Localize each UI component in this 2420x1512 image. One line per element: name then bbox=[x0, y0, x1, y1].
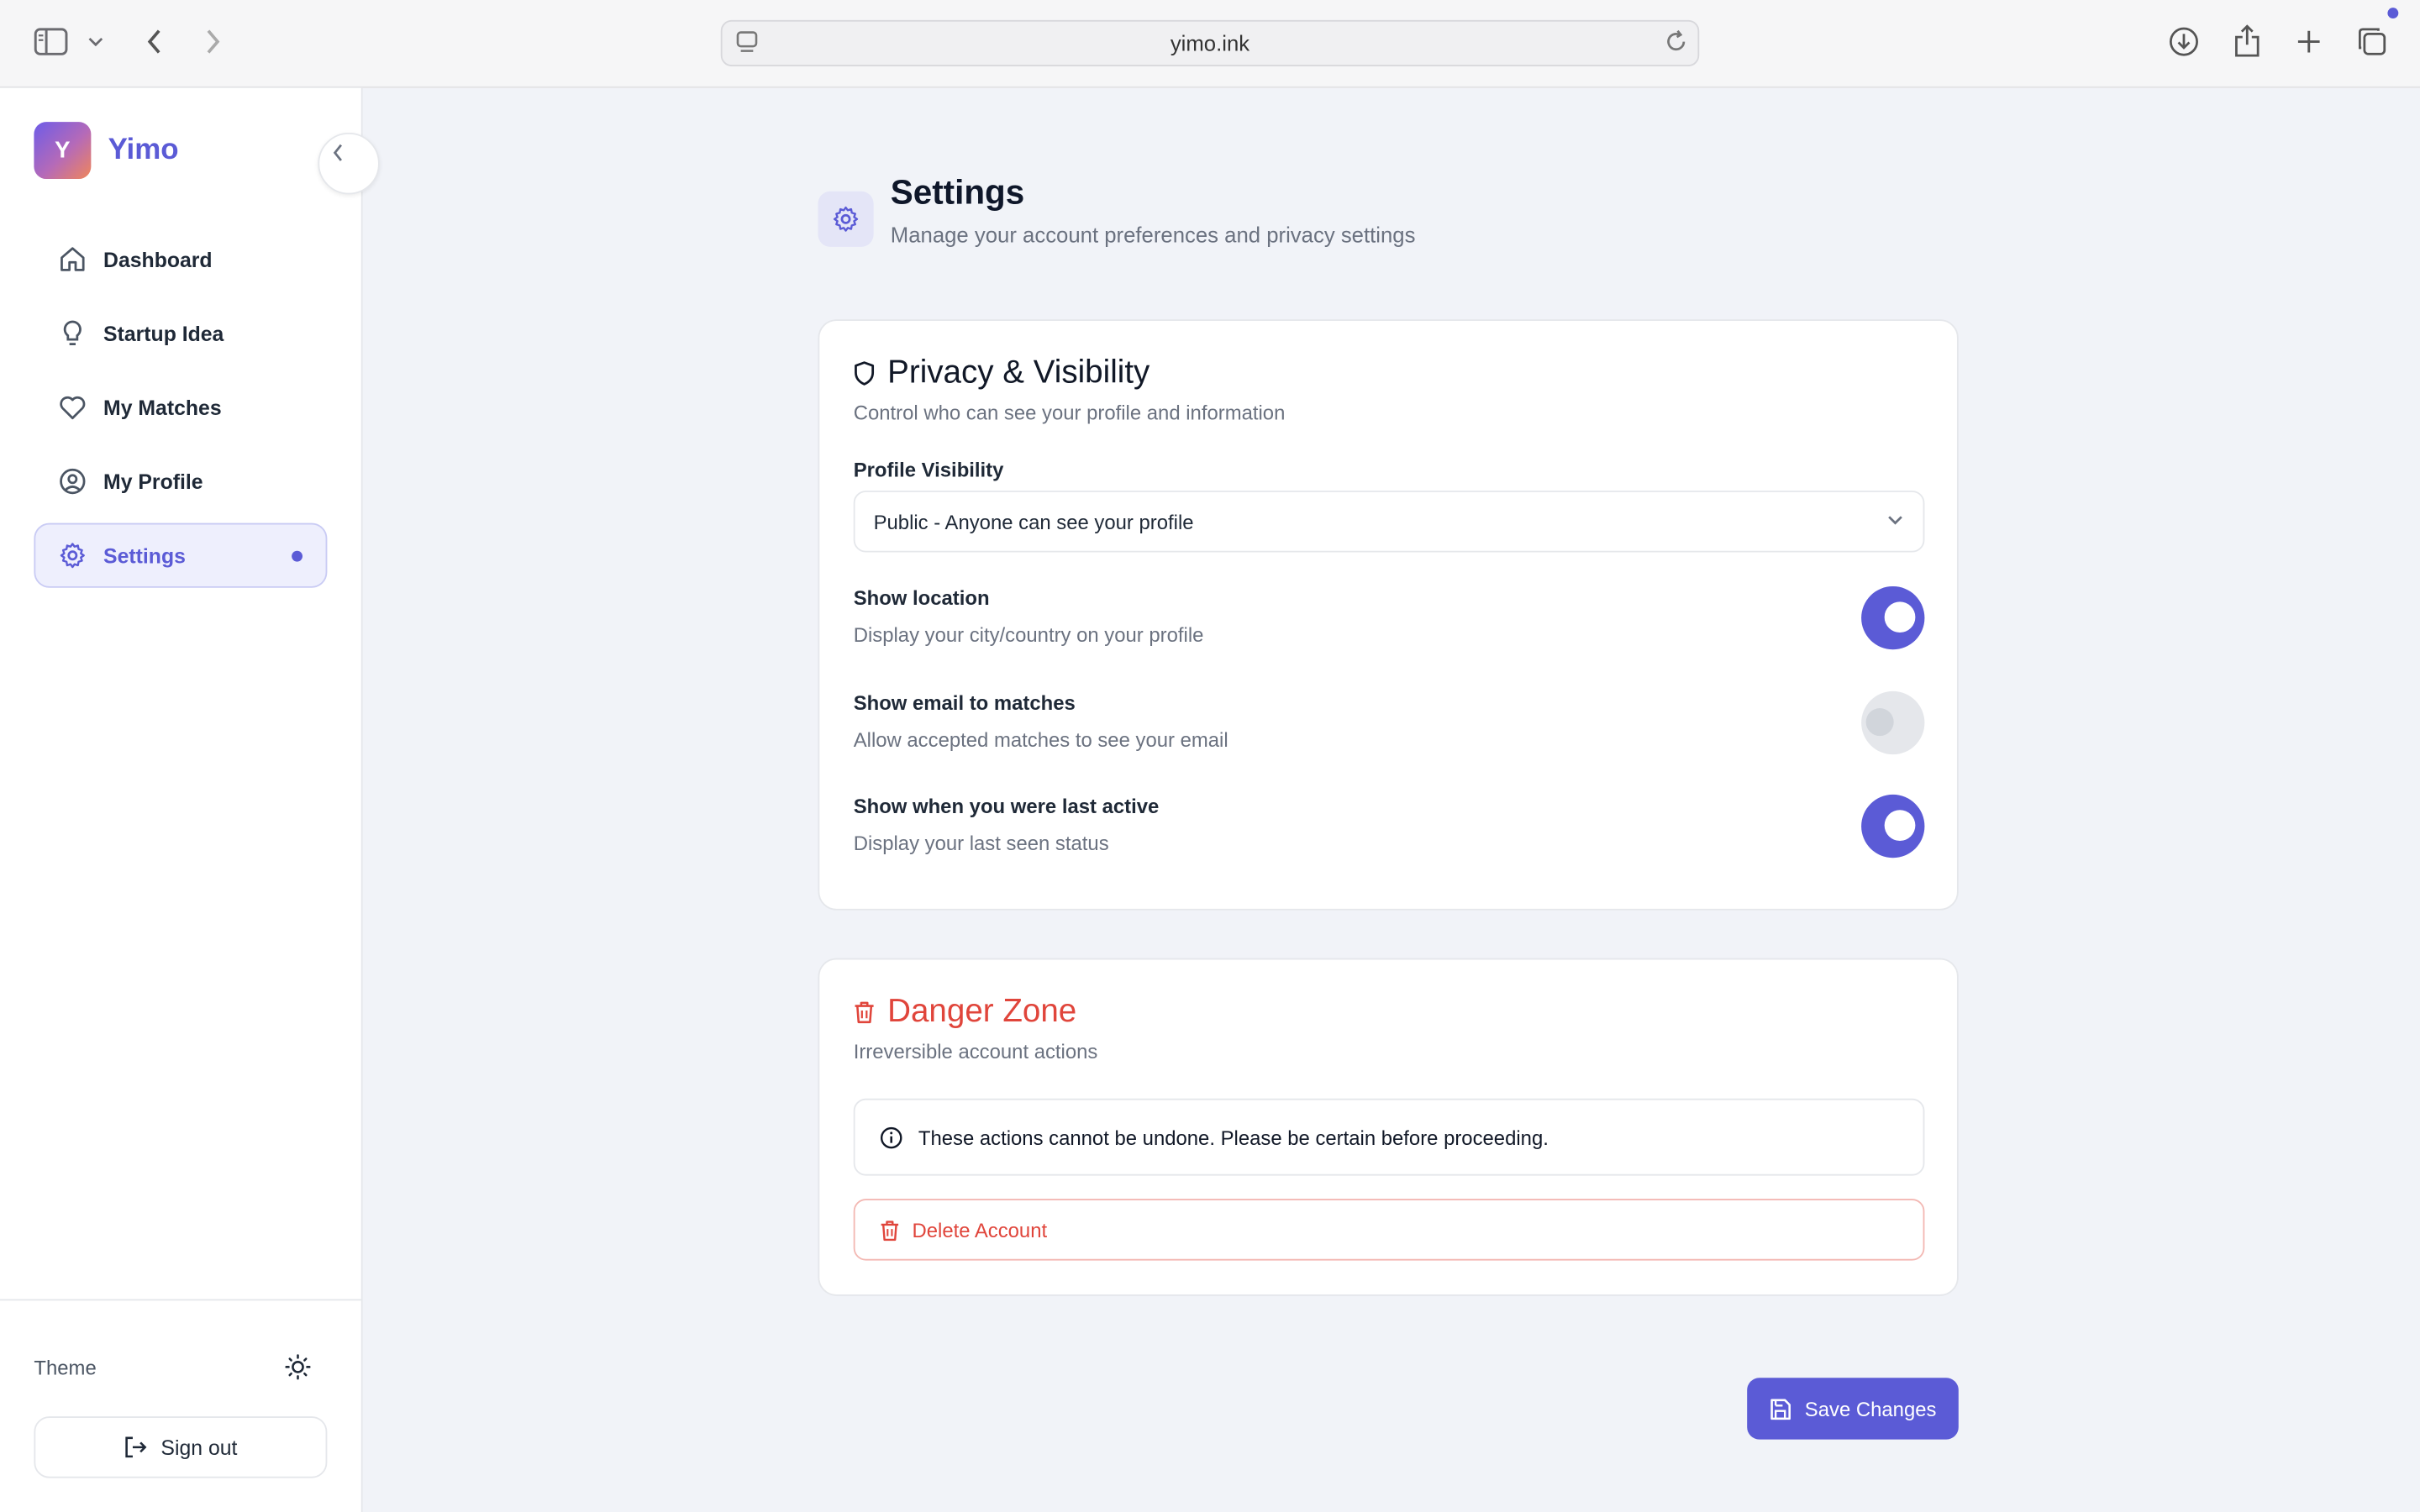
chevron-down-icon[interactable] bbox=[81, 22, 112, 62]
gear-icon bbox=[59, 542, 87, 570]
sidebar-nav: Dashboard Startup Idea My Matches My Pro… bbox=[34, 227, 328, 597]
sign-out-icon bbox=[124, 1435, 148, 1459]
privacy-card-title: Privacy & Visibility bbox=[887, 354, 1150, 391]
privacy-card: Privacy & Visibility Control who can see… bbox=[818, 319, 1959, 911]
sidebar-item-label: My Matches bbox=[103, 396, 222, 419]
sign-out-button[interactable]: Sign out bbox=[34, 1416, 328, 1478]
danger-card-title: Danger Zone bbox=[887, 993, 1077, 1030]
page-title: Settings bbox=[890, 172, 1025, 212]
sign-out-label: Sign out bbox=[160, 1436, 238, 1459]
danger-warning-alert: These actions cannot be undone. Please b… bbox=[853, 1098, 1925, 1176]
user-circle-icon bbox=[59, 468, 87, 496]
trash-icon bbox=[854, 1000, 876, 1024]
sidebar-toggle-icon[interactable] bbox=[31, 22, 71, 62]
show-location-toggle[interactable] bbox=[1861, 585, 1925, 650]
page-subtitle: Manage your account preferences and priv… bbox=[890, 222, 1416, 247]
danger-zone-card: Danger Zone Irreversible account actions… bbox=[818, 958, 1959, 1296]
sidebar-item-dashboard[interactable]: Dashboard bbox=[34, 227, 327, 291]
toggle-label: Show email to matches bbox=[853, 690, 1076, 715]
sidebar-item-label: Dashboard bbox=[103, 247, 213, 271]
sidebar: Y Yimo Dashboard Startup Idea My Matches… bbox=[0, 87, 380, 1512]
toggle-row-show-last-active: Show when you were last active Display y… bbox=[853, 794, 1925, 863]
sidebar-item-my-matches[interactable]: My Matches bbox=[34, 375, 327, 439]
delete-account-button[interactable]: Delete Account bbox=[853, 1199, 1925, 1261]
show-last-active-toggle[interactable] bbox=[1861, 794, 1925, 858]
download-icon[interactable] bbox=[2164, 22, 2204, 62]
theme-label: Theme bbox=[34, 1355, 97, 1379]
sidebar-footer: Theme Sign out bbox=[0, 1299, 363, 1512]
profile-visibility-label: Profile Visibility bbox=[853, 458, 1004, 482]
heart-icon bbox=[59, 393, 87, 421]
sidebar-item-label: My Profile bbox=[103, 470, 203, 493]
theme-row: Theme bbox=[34, 1353, 312, 1381]
info-icon bbox=[880, 1126, 903, 1149]
brand[interactable]: Y Yimo bbox=[34, 122, 179, 180]
privacy-card-header: Privacy & Visibility bbox=[854, 354, 1150, 391]
share-icon[interactable] bbox=[2227, 22, 2267, 62]
sidebar-item-label: Settings bbox=[103, 543, 186, 567]
app-root: yimo.ink Y Yimo Dashboard Startup Idea M… bbox=[0, 0, 2420, 1512]
sidebar-item-settings[interactable]: Settings bbox=[34, 522, 328, 588]
chevron-down-icon bbox=[1886, 511, 1904, 529]
notification-dot bbox=[2387, 8, 2399, 19]
sidebar-item-label: Startup Idea bbox=[103, 321, 224, 345]
chevron-left-icon bbox=[332, 144, 345, 162]
toggle-description: Display your city/country on your profil… bbox=[853, 623, 1204, 647]
danger-card-description: Irreversible account actions bbox=[853, 1039, 1098, 1063]
toggle-label: Show location bbox=[853, 585, 990, 610]
sun-icon[interactable] bbox=[284, 1353, 312, 1381]
address-bar[interactable]: yimo.ink bbox=[720, 19, 1700, 66]
privacy-card-description: Control who can see your profile and inf… bbox=[853, 401, 1286, 425]
settings-gear-icon bbox=[818, 191, 874, 247]
profile-visibility-select[interactable]: Public - Anyone can see your profile bbox=[853, 491, 1925, 553]
save-changes-label: Save Changes bbox=[1804, 1397, 1937, 1420]
shield-icon bbox=[854, 361, 876, 386]
collapse-sidebar-button[interactable] bbox=[318, 132, 380, 195]
toggle-description: Allow accepted matches to see your email bbox=[853, 727, 1228, 752]
danger-warning-text: These actions cannot be undone. Please b… bbox=[918, 1125, 1549, 1149]
browser-toolbar: yimo.ink bbox=[0, 0, 2420, 88]
lightbulb-icon bbox=[59, 319, 87, 347]
main-content: Settings Manage your account preferences… bbox=[364, 88, 2420, 1512]
profile-visibility-value: Public - Anyone can see your profile bbox=[873, 510, 1194, 533]
save-icon bbox=[1770, 1397, 1793, 1420]
tab-overview-icon[interactable] bbox=[2352, 22, 2392, 62]
reload-icon[interactable] bbox=[1664, 29, 1688, 54]
sidebar-item-startup-idea[interactable]: Startup Idea bbox=[34, 301, 327, 365]
site-settings-icon[interactable] bbox=[736, 31, 758, 55]
brand-logo: Y bbox=[34, 122, 92, 180]
trash-icon bbox=[880, 1218, 900, 1242]
back-icon[interactable] bbox=[134, 22, 175, 62]
sidebar-item-my-profile[interactable]: My Profile bbox=[34, 449, 327, 513]
url-text: yimo.ink bbox=[1170, 30, 1250, 56]
delete-account-label: Delete Account bbox=[912, 1218, 1048, 1242]
page-header: Settings Manage your account preferences… bbox=[818, 173, 1415, 247]
toggle-description: Display your last seen status bbox=[853, 832, 1109, 855]
toggle-row-show-email: Show email to matches Allow accepted mat… bbox=[853, 690, 1925, 759]
home-icon bbox=[59, 245, 87, 273]
active-indicator bbox=[292, 549, 302, 561]
toggle-label: Show when you were last active bbox=[853, 794, 1160, 818]
toggle-row-show-location: Show location Display your city/country … bbox=[853, 585, 1925, 654]
forward-icon[interactable] bbox=[193, 22, 234, 62]
save-changes-button[interactable]: Save Changes bbox=[1747, 1378, 1959, 1440]
brand-name: Yimo bbox=[108, 133, 179, 166]
danger-card-header: Danger Zone bbox=[854, 993, 1077, 1031]
new-tab-icon[interactable] bbox=[2289, 22, 2329, 62]
show-email-toggle[interactable] bbox=[1861, 690, 1925, 755]
